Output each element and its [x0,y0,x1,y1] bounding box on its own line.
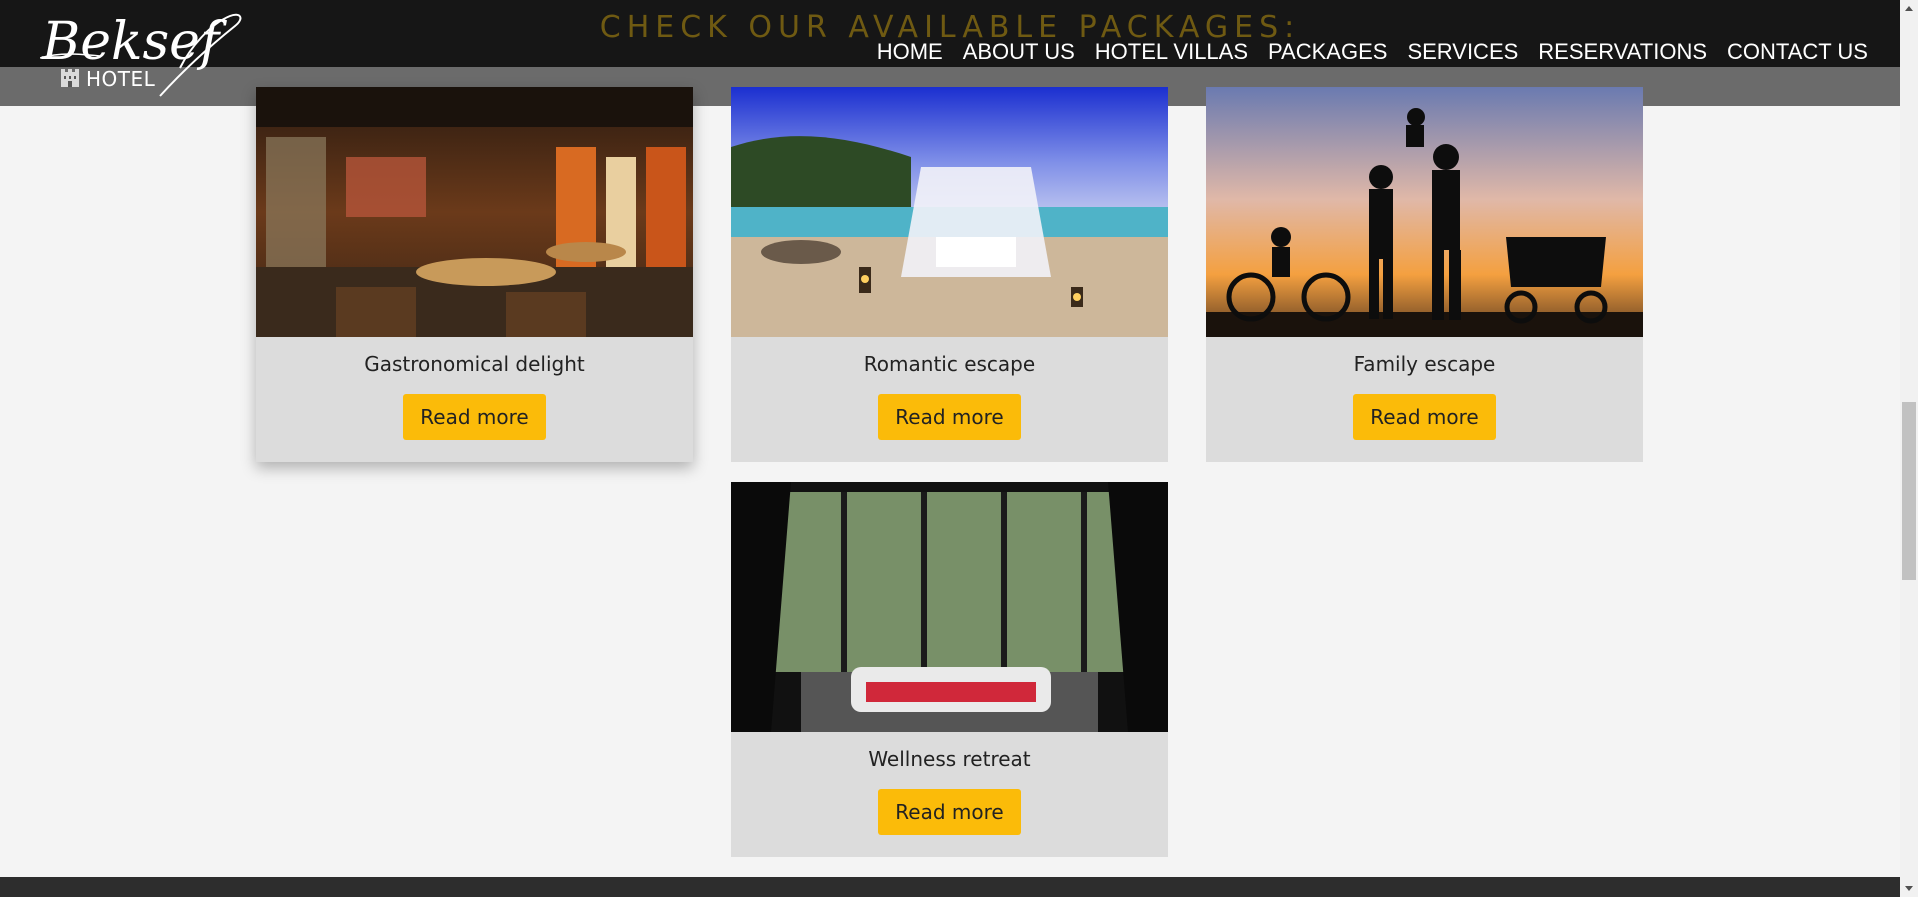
nav-contact-us[interactable]: CONTACT US [1727,38,1868,66]
hotel-logo[interactable]: Beksef HOTEL [40,8,250,97]
restaurant-image[interactable] [256,87,693,337]
package-title: Gastronomical delight [364,352,585,376]
package-card-family: Family escape Read more [1206,87,1643,462]
spa-bathtub-image[interactable] [731,482,1168,732]
scroll-thumb[interactable] [1902,402,1916,580]
footer-bar [0,877,1900,897]
nav-reservations[interactable]: RESERVATIONS [1538,38,1707,66]
read-more-button[interactable]: Read more [878,789,1021,835]
scroll-down-arrow-icon[interactable] [1900,880,1918,897]
logo-subtitle: HOTEL [86,67,156,91]
nav-home[interactable]: HOME [877,38,943,66]
castle-icon [61,69,79,87]
nav-services[interactable]: SERVICES [1407,38,1518,66]
beach-dinner-image[interactable] [731,87,1168,337]
package-title: Romantic escape [863,352,1036,376]
nav-packages[interactable]: PACKAGES [1268,38,1387,66]
package-card-romantic: Romantic escape Read more [731,87,1168,462]
read-more-button[interactable]: Read more [1353,394,1496,440]
package-card-wellness: Wellness retreat Read more [731,482,1168,857]
package-title: Family escape [1353,352,1496,376]
family-sunset-image[interactable] [1206,87,1643,337]
package-card-gastronomical: Gastronomical delight Read more [256,87,693,462]
logo-script-name: Beksef [42,12,220,72]
read-more-button[interactable]: Read more [878,394,1021,440]
nav-hotel-villas[interactable]: HOTEL VILLAS [1095,38,1248,66]
page-scrollbar[interactable] [1900,0,1918,897]
scroll-up-arrow-icon[interactable] [1900,0,1918,17]
main-nav: HOME ABOUT US HOTEL VILLAS PACKAGES SERV… [877,38,1868,66]
nav-about-us[interactable]: ABOUT US [963,38,1075,66]
read-more-button[interactable]: Read more [403,394,546,440]
package-title: Wellness retreat [868,747,1031,771]
